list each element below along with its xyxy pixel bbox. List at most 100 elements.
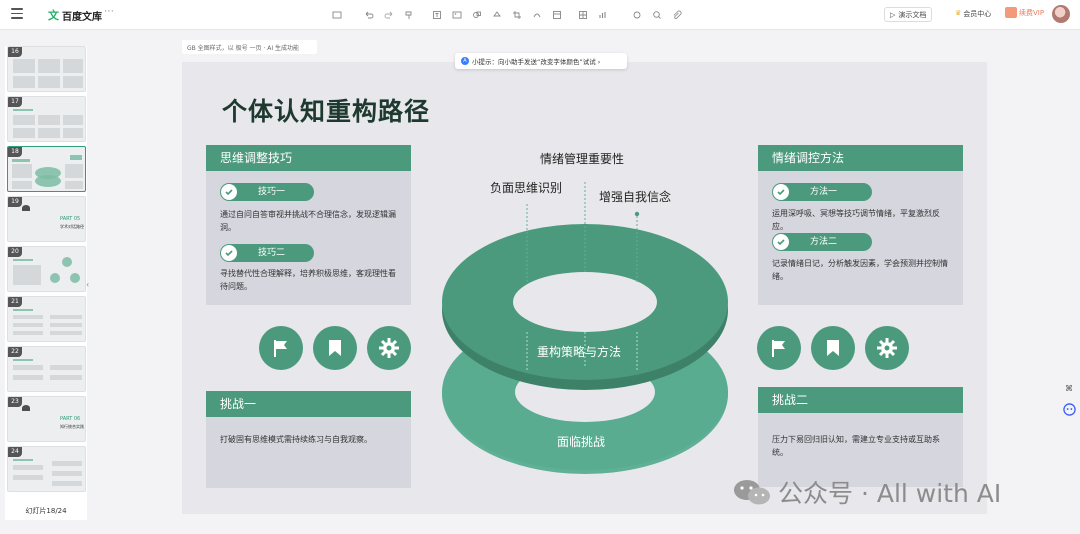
right-card-text-2: 记录情绪日记，分析触发因素，学会预测并控制情绪。 [772,259,948,281]
thumb-part: PART 05 [60,216,81,222]
slide-counter: 幻灯片18/24 [25,507,67,515]
lower-ring-label[interactable]: 面临挑战 [557,433,605,450]
center-left-label[interactable]: 负面思维识别 [490,179,562,196]
pill-label: 技巧二 [258,248,286,258]
left-card-text-2: 寻找替代性合理解释，培养积极思维，客观理性看待问题。 [220,269,396,291]
collapse-panel-icon[interactable]: ‹ [86,280,89,289]
editing-toolbar [327,8,687,22]
center-top-label[interactable]: 情绪管理重要性 [540,150,624,167]
slide-thumb-17[interactable]: 17 [7,96,86,142]
text-box-icon[interactable] [427,8,447,22]
more-icon[interactable]: ⋯ [104,6,114,17]
present-label: 演示文档 [898,10,927,19]
pill-label: 技巧一 [258,187,286,197]
thumb-part-sub: 学术对话路径 [60,224,84,229]
thumb-number: 20 [8,247,22,257]
flag-icon [259,326,303,370]
assistant-tip[interactable]: A 小提示：向小助手发送“改变字体颜色”试试 › [455,53,627,69]
thumb-number: 22 [8,347,22,357]
thumbnail-list[interactable]: 16 17 18 19 PART 05 学术对话路径 20 21 22 23 P… [5,46,87,520]
pill-label: 方法一 [810,187,838,197]
gear-icon [865,326,909,370]
slide-thumb-19[interactable]: 19 PART 05 学术对话路径 [7,196,86,242]
flag-icon [757,326,801,370]
slide-title[interactable]: 个体认知重构路径 [222,92,430,128]
assistant-float-icon[interactable] [1062,402,1076,416]
slide-thumb-18[interactable]: 18 [7,146,86,192]
undo-icon[interactable] [359,8,379,22]
center-right-label[interactable]: 增强自我信念 [599,188,671,205]
assistant-icon: A [461,57,469,65]
upper-ring-label[interactable]: 重构策略与方法 [537,343,621,360]
left-card[interactable]: 思维调整技巧 技巧一 通过自问自答审视并挑战不合理信念，发现逻辑漏洞。 技巧二 … [206,145,411,305]
thumb-number: 17 [8,97,22,107]
crop-icon[interactable] [507,8,527,22]
vip-renew-button[interactable]: 续费VIP [1005,7,1044,18]
bookmark-icon [811,326,855,370]
right-card[interactable]: 情绪调控方法 方法一 运用深呼吸、冥想等技巧调节情绪，平复激烈反应。 方法二 记… [758,145,963,305]
search-icon[interactable] [647,8,667,22]
gift-icon [1005,7,1017,18]
check-icon [221,184,237,200]
challenge-2-head: 挑战二 [758,387,963,413]
vip-label: 续费VIP [1019,8,1045,17]
slide-thumb-16[interactable]: 16 [7,46,86,92]
table-icon[interactable] [573,8,593,22]
play-icon: ▷ [890,10,896,19]
chart-icon[interactable] [593,8,613,22]
left-card-head: 思维调整技巧 [206,145,411,171]
attachment-icon[interactable] [667,8,687,22]
slide-thumb-21[interactable]: 21 [7,296,86,342]
top-bar: 文 百度文库 ⋯ ▷ 演示文档 ♛ 会员中心 续费VIP [0,0,1080,30]
tip-pill-1: 技巧一 [220,183,314,201]
thumb-part-sub: 知行统合实践 [60,424,84,429]
fill-icon[interactable] [487,8,507,22]
member-label: 会员中心 [963,10,992,18]
present-button[interactable]: ▷ 演示文档 [884,7,933,22]
slide-thumb-20[interactable]: 20 [7,246,86,292]
top-note: GB 全图样式，以 极号 一页 · AI 生成功能 [182,40,317,54]
slide-thumb-23[interactable]: 23 PART 06 知行统合实践 [7,396,86,442]
more-tools-icon[interactable] [627,8,647,22]
redo-icon[interactable] [379,8,399,22]
challenge-card-2[interactable]: 挑战二 压力下易回归旧认知，需建立专业支持或互助系统。 [758,387,963,487]
menu-icon[interactable] [11,8,23,20]
thumb-part: PART 06 [60,416,81,422]
member-center-button[interactable]: ♛ 会员中心 [955,9,991,19]
link-shape-icon[interactable] [527,8,547,22]
slide-canvas[interactable]: 个体认知重构路径 思维调整技巧 技巧一 通过自问自答审视并挑战不合理信念，发现逻… [182,62,987,514]
check-icon [773,234,789,250]
slide-thumb-24[interactable]: 24 [7,446,86,492]
layout-icon[interactable] [547,8,567,22]
thumb-number: 24 [8,447,22,457]
avatar[interactable] [1052,5,1070,23]
slide-thumbnail-panel: 16 17 18 19 PART 05 学术对话路径 20 21 22 23 P… [0,30,92,534]
left-card-text-1: 通过自问自答审视并挑战不合理信念，发现逻辑漏洞。 [220,210,396,232]
image-icon[interactable] [327,8,347,22]
thumb-number: 18 [8,147,22,157]
tip-pill-2: 技巧二 [220,244,314,262]
picture-icon[interactable] [447,8,467,22]
gear-icon [367,326,411,370]
challenge-2-text: 压力下易回归旧认知，需建立专业支持或互助系统。 [772,435,940,457]
challenge-card-1[interactable]: 挑战一 打破固有思维模式需持续练习与自我观察。 [206,391,411,488]
right-card-head: 情绪调控方法 [758,145,963,171]
method-pill-2: 方法二 [772,233,872,251]
challenge-1-head: 挑战一 [206,391,411,417]
format-painter-icon[interactable] [399,8,419,22]
check-icon [773,184,789,200]
watermark: 公众号 · All with AI [732,474,1001,510]
right-card-text-1: 运用深呼吸、冥想等技巧调节情绪，平复激烈反应。 [772,209,940,231]
wechat-logo [732,477,772,507]
brand[interactable]: 文 百度文库 [48,7,102,23]
shape-icon[interactable] [467,8,487,22]
pill-label: 方法二 [810,237,838,247]
tip-text: 小提示：向小助手发送“改变字体颜色”试试 › [472,58,601,66]
thumb-number: 16 [8,47,22,57]
shortcut-icon[interactable]: ⌘ [1062,381,1076,395]
thumb-number: 19 [8,197,22,207]
method-pill-1: 方法一 [772,183,872,201]
thumb-number: 21 [8,297,22,307]
watermark-text: 公众号 · All with AI [778,479,1002,508]
slide-thumb-22[interactable]: 22 [7,346,86,392]
